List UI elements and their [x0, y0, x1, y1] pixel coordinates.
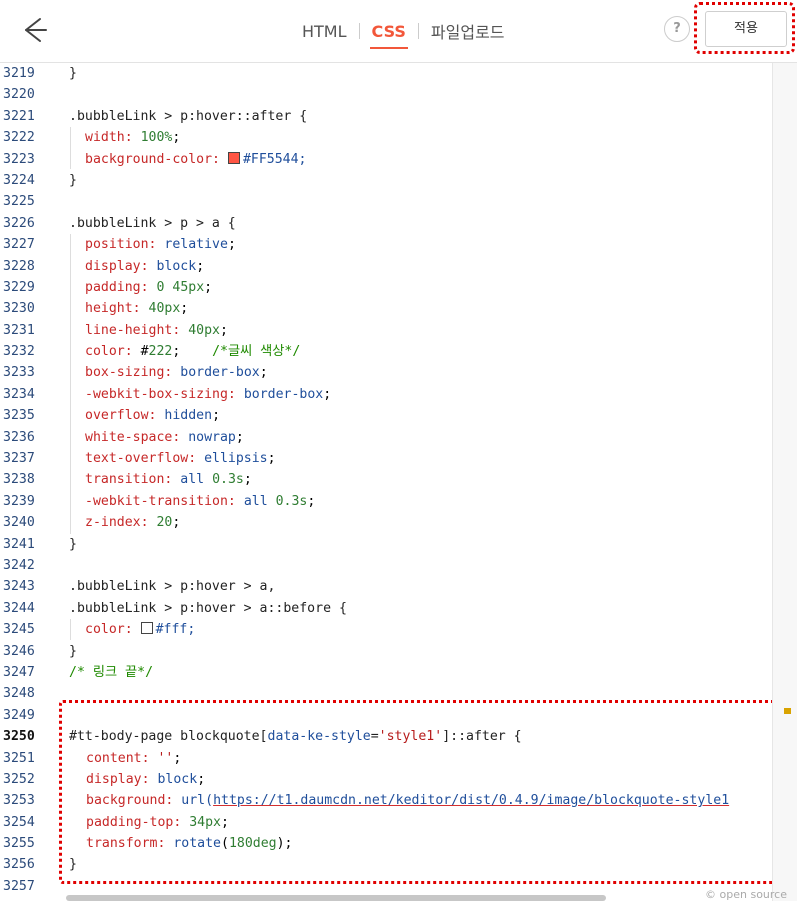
- line-number: 3241: [3, 536, 35, 552]
- code-line[interactable]: line-height: 40px;: [52, 320, 773, 341]
- line-number: 3223: [3, 151, 35, 167]
- line-number: 3253: [3, 793, 35, 809]
- tab-divider: [358, 23, 360, 39]
- line-number: 3229: [3, 279, 35, 295]
- code-line[interactable]: [52, 555, 773, 576]
- code-line[interactable]: position: relative;: [52, 234, 773, 255]
- code-line[interactable]: }: [52, 534, 773, 555]
- code-line[interactable]: [52, 84, 773, 105]
- line-number-gutter: 3219 3220 3221 3222 3223 3224 3225 3226 3227 3228…: [0, 63, 52, 897]
- back-arrow-icon[interactable]: [18, 14, 50, 46]
- code-line[interactable]: width: 100%;: [52, 127, 773, 148]
- code-line[interactable]: .bubbleLink > p:hover > a,: [52, 576, 773, 597]
- line-number: 3224: [3, 172, 35, 188]
- line-number: 3226: [3, 215, 35, 231]
- code-line[interactable]: [52, 191, 773, 212]
- line-number: 3231: [3, 322, 35, 338]
- tab-file-upload[interactable]: 파일업로드: [429, 19, 507, 43]
- line-number: 3221: [3, 108, 35, 124]
- line-number: 3245: [3, 622, 35, 638]
- line-number: 3227: [3, 237, 35, 253]
- line-number: 3233: [3, 365, 35, 381]
- code-line[interactable]: display: block;: [52, 256, 773, 277]
- code-line[interactable]: -webkit-box-sizing: border-box;: [52, 384, 773, 405]
- code-line[interactable]: z-index: 20;: [52, 512, 773, 533]
- open-source-label: © open source: [705, 888, 787, 901]
- line-number: 3256: [3, 857, 35, 873]
- line-number: 3237: [3, 451, 35, 467]
- indent-guide: [70, 127, 71, 169]
- code-line[interactable]: }: [52, 63, 773, 84]
- code-line[interactable]: }: [52, 170, 773, 191]
- code-line[interactable]: .bubbleLink > p:hover::after {: [52, 106, 773, 127]
- indent-guide: [70, 234, 71, 534]
- horizontal-scrollbar[interactable]: [66, 895, 606, 901]
- line-number: 3222: [3, 130, 35, 146]
- vertical-scrollbar[interactable]: [772, 63, 797, 901]
- line-number: 3250: [3, 729, 35, 745]
- tab-html[interactable]: HTML: [300, 22, 349, 41]
- code-line[interactable]: transition: all 0.3s;: [52, 469, 773, 490]
- line-number: 3236: [3, 429, 35, 445]
- line-number: 3249: [3, 707, 35, 723]
- apply-highlight-box: 적용: [694, 2, 795, 54]
- tab-css[interactable]: CSS: [369, 22, 409, 49]
- code-line[interactable]: color: #fff;: [52, 619, 773, 640]
- line-number: 3235: [3, 408, 35, 424]
- css-code-editor[interactable]: 3219 3220 3221 3222 3223 3224 3225 3226 3227 3228…: [0, 63, 797, 901]
- code-line[interactable]: height: 40px;: [52, 298, 773, 319]
- code-line[interactable]: background-color: #FF5544;: [52, 149, 773, 170]
- line-number: 3240: [3, 515, 35, 531]
- indent-guide: [70, 619, 71, 640]
- line-number: 3243: [3, 579, 35, 595]
- tab-divider: [417, 23, 419, 39]
- line-number: 3230: [3, 301, 35, 317]
- line-number: 3252: [3, 771, 35, 787]
- editor-tabs: HTML CSS 파일업로드: [300, 18, 507, 49]
- apply-button[interactable]: 적용: [705, 11, 787, 47]
- highlighted-code-block: [59, 700, 791, 884]
- top-toolbar: HTML CSS 파일업로드 ? 적용: [0, 0, 797, 63]
- code-line[interactable]: /* 링크 끝*/: [52, 662, 773, 683]
- code-line[interactable]: color: #222; /*글씨 색상*/: [52, 341, 773, 362]
- color-swatch-red: [227, 151, 240, 164]
- line-number: 3248: [3, 686, 35, 702]
- line-number: 3257: [3, 878, 35, 894]
- line-number: 3234: [3, 386, 35, 402]
- line-number: 3232: [3, 344, 35, 360]
- line-number: 3255: [3, 836, 35, 852]
- line-number: 3239: [3, 493, 35, 509]
- color-swatch-white: [140, 622, 153, 635]
- line-number: 3238: [3, 472, 35, 488]
- code-line[interactable]: padding: 0 45px;: [52, 277, 773, 298]
- help-icon[interactable]: ?: [664, 16, 690, 42]
- line-number: 3246: [3, 643, 35, 659]
- code-line[interactable]: .bubbleLink > p:hover > a::before {: [52, 598, 773, 619]
- line-number: 3251: [3, 750, 35, 766]
- line-number: 3225: [3, 194, 35, 210]
- line-number: 3219: [3, 66, 35, 81]
- code-line[interactable]: overflow: hidden;: [52, 405, 773, 426]
- line-number: 3247: [3, 664, 35, 680]
- line-number: 3220: [3, 87, 35, 103]
- code-line[interactable]: -webkit-transition: all 0.3s;: [52, 491, 773, 512]
- code-line[interactable]: text-overflow: ellipsis;: [52, 448, 773, 469]
- code-line[interactable]: box-sizing: border-box;: [52, 362, 773, 383]
- line-number: 3244: [3, 600, 35, 616]
- code-line[interactable]: .bubbleLink > p > a {: [52, 213, 773, 234]
- code-line[interactable]: }: [52, 641, 773, 662]
- code-line[interactable]: white-space: nowrap;: [52, 427, 773, 448]
- line-number: 3254: [3, 814, 35, 830]
- line-number: 3228: [3, 258, 35, 274]
- scroll-marker: [784, 708, 791, 714]
- line-number: 3242: [3, 557, 35, 573]
